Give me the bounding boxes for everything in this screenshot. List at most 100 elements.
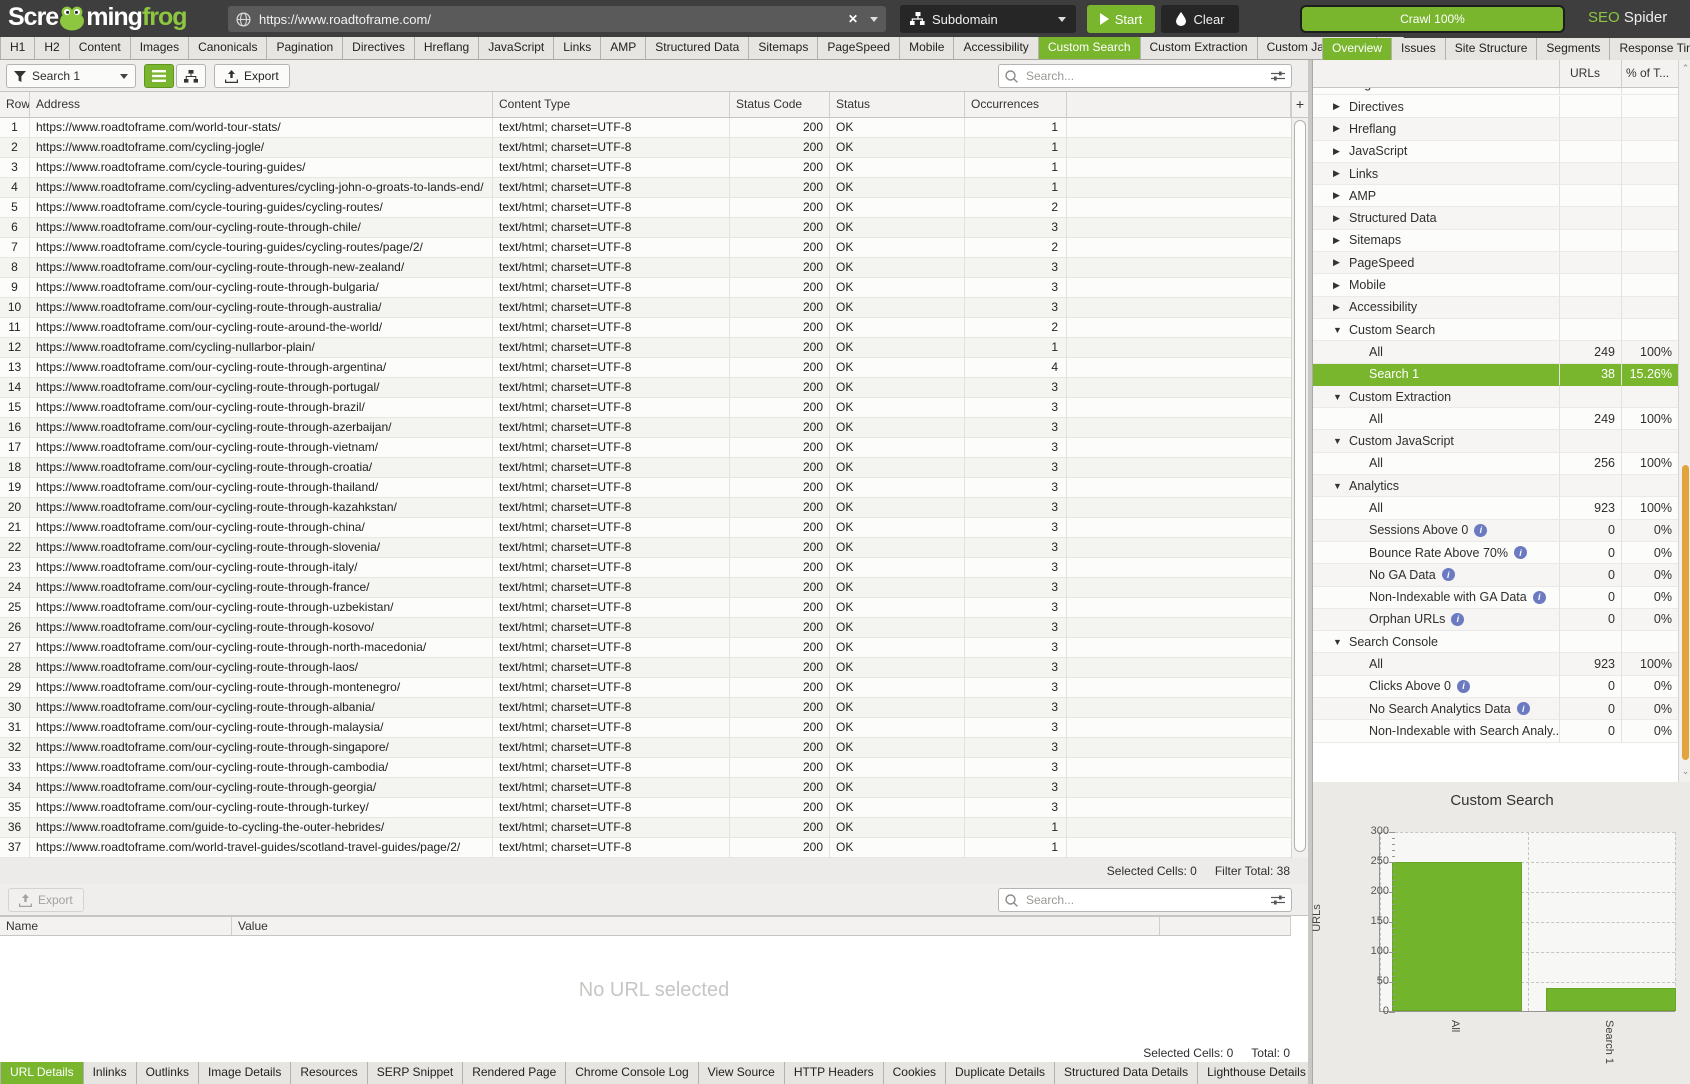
tab-custom-extraction[interactable]: Custom Extraction [1141, 37, 1258, 59]
sidebar-item-mobile[interactable]: ▶Mobile [1313, 274, 1678, 296]
sidebar-item-pagespeed[interactable]: ▶PageSpeed [1313, 252, 1678, 274]
table-row[interactable]: 5https://www.roadtoframe.com/cycle-touri… [0, 198, 1291, 218]
table-row[interactable]: 31https://www.roadtoframe.com/our-cyclin… [0, 718, 1291, 738]
column-status[interactable]: Status [830, 92, 965, 117]
sidebar-item-clicks-above-0[interactable]: Clicks Above 0i00% [1313, 676, 1678, 698]
scroll-up-icon[interactable]: ⌃ [1681, 63, 1690, 74]
table-row[interactable]: 33https://www.roadtoframe.com/our-cyclin… [0, 758, 1291, 778]
chevron-expanded-icon[interactable]: ▼ [1333, 325, 1349, 335]
info-icon[interactable]: i [1442, 568, 1455, 581]
detail-tab-chrome-console-log[interactable]: Chrome Console Log [566, 1062, 698, 1084]
sidebar-item-custom-extraction[interactable]: ▼Custom Extraction [1313, 386, 1678, 408]
info-icon[interactable]: i [1474, 524, 1487, 537]
info-icon[interactable]: i [1457, 680, 1470, 693]
chevron-expanded-icon[interactable]: ▼ [1333, 392, 1349, 402]
crawl-mode-select[interactable]: Subdomain [900, 5, 1076, 33]
table-row[interactable]: 1https://www.roadtoframe.com/world-tour-… [0, 118, 1291, 138]
filter-dropdown[interactable]: Search 1 [6, 64, 136, 88]
search-input[interactable] [1024, 68, 1265, 84]
detail-tab-http-headers[interactable]: HTTP Headers [785, 1062, 884, 1084]
column-status-code[interactable]: Status Code [730, 92, 830, 117]
table-row[interactable]: 7https://www.roadtoframe.com/cycle-touri… [0, 238, 1291, 258]
chevron-collapsed-icon[interactable]: ▶ [1333, 123, 1349, 134]
scroll-down-icon[interactable]: ⌄ [1681, 766, 1690, 777]
table-scrollbar[interactable] [1291, 118, 1308, 858]
sidebar-item-search-console[interactable]: ▼Search Console [1313, 631, 1678, 653]
tab-mobile[interactable]: Mobile [900, 37, 954, 59]
sidebar-item-structured-data[interactable]: ▶Structured Data [1313, 207, 1678, 229]
chevron-collapsed-icon[interactable]: ▶ [1333, 302, 1349, 313]
tab-h1[interactable]: H1 [0, 37, 35, 59]
chevron-expanded-icon[interactable]: ▼ [1333, 481, 1349, 491]
chevron-collapsed-icon[interactable]: ▶ [1333, 88, 1349, 89]
sidebar-item-sessions-above-0[interactable]: Sessions Above 0i00% [1313, 520, 1678, 542]
table-row[interactable]: 8https://www.roadtoframe.com/our-cycling… [0, 258, 1291, 278]
column-content-type[interactable]: Content Type [493, 92, 730, 117]
panel-tab-overview[interactable]: Overview [1322, 38, 1392, 60]
export-button[interactable]: Export [214, 64, 290, 88]
table-row[interactable]: 32https://www.roadtoframe.com/our-cyclin… [0, 738, 1291, 758]
sidebar-item-bounce-rate-above-70-[interactable]: Bounce Rate Above 70%i00% [1313, 542, 1678, 564]
info-icon[interactable]: i [1514, 546, 1527, 559]
sidebar-item-all[interactable]: All256100% [1313, 453, 1678, 475]
sidebar-item-sitemaps[interactable]: ▶Sitemaps [1313, 230, 1678, 252]
search-options-icon[interactable] [1271, 70, 1285, 82]
table-row[interactable]: 22https://www.roadtoframe.com/our-cyclin… [0, 538, 1291, 558]
table-row[interactable]: 20https://www.roadtoframe.com/our-cyclin… [0, 498, 1291, 518]
chevron-collapsed-icon[interactable]: ▶ [1333, 213, 1349, 224]
tab-images[interactable]: Images [131, 37, 189, 59]
table-row[interactable]: 18https://www.roadtoframe.com/our-cyclin… [0, 458, 1291, 478]
tab-custom-search[interactable]: Custom Search [1039, 37, 1141, 59]
table-row[interactable]: 19https://www.roadtoframe.com/our-cyclin… [0, 478, 1291, 498]
table-row[interactable]: 6https://www.roadtoframe.com/our-cycling… [0, 218, 1291, 238]
sidebar-item-analytics[interactable]: ▼Analytics [1313, 475, 1678, 497]
sidebar-item-all[interactable]: All923100% [1313, 653, 1678, 675]
table-row[interactable]: 17https://www.roadtoframe.com/our-cyclin… [0, 438, 1291, 458]
chevron-collapsed-icon[interactable]: ▶ [1333, 280, 1349, 291]
column-row[interactable]: Row [0, 92, 30, 117]
sidebar-item-accessibility[interactable]: ▶Accessibility [1313, 297, 1678, 319]
chevron-collapsed-icon[interactable]: ▶ [1333, 235, 1349, 246]
tab-pagespeed[interactable]: PageSpeed [818, 37, 900, 59]
tab-h2[interactable]: H2 [35, 37, 69, 59]
sidebar-item-custom-javascript[interactable]: ▼Custom JavaScript [1313, 430, 1678, 452]
column-percent[interactable]: % of T... [1621, 60, 1678, 87]
sidebar-item-amp[interactable]: ▶AMP [1313, 185, 1678, 207]
tab-amp[interactable]: AMP [601, 37, 646, 59]
detail-tab-url-details[interactable]: URL Details [0, 1062, 84, 1084]
sidebar-item-non-indexable-with-search-analy-[interactable]: Non-Indexable with Search Analy...i00% [1313, 720, 1678, 742]
chevron-collapsed-icon[interactable]: ▶ [1333, 146, 1349, 157]
table-row[interactable]: 9https://www.roadtoframe.com/our-cycling… [0, 278, 1291, 298]
tab-pagination[interactable]: Pagination [267, 37, 343, 59]
panel-tab-site-structure[interactable]: Site Structure [1446, 38, 1538, 60]
chevron-collapsed-icon[interactable]: ▶ [1333, 101, 1349, 112]
sidebar-item-hreflang[interactable]: ▶Hreflang [1313, 118, 1678, 140]
sidebar-item-no-ga-data[interactable]: No GA Datai00% [1313, 564, 1678, 586]
tab-sitemaps[interactable]: Sitemaps [749, 37, 818, 59]
detail-tab-lighthouse-details[interactable]: Lighthouse Details [1198, 1062, 1316, 1084]
add-column-button[interactable]: + [1291, 92, 1308, 118]
info-icon[interactable]: i [1517, 702, 1530, 715]
table-row[interactable]: 28https://www.roadtoframe.com/our-cyclin… [0, 658, 1291, 678]
scrollbar-thumb[interactable] [1294, 120, 1306, 852]
detail-tab-cookies[interactable]: Cookies [884, 1062, 946, 1084]
search-options-icon[interactable] [1271, 894, 1285, 906]
sidebar-item-links[interactable]: ▶Links [1313, 163, 1678, 185]
tree-view-button[interactable] [176, 64, 206, 88]
sidebar-item-orphan-urls[interactable]: Orphan URLsi00% [1313, 609, 1678, 631]
column-address[interactable]: Address [30, 92, 493, 117]
panel-tab-issues[interactable]: Issues [1392, 38, 1446, 60]
table-row[interactable]: 11https://www.roadtoframe.com/our-cyclin… [0, 318, 1291, 338]
column-occurrences[interactable]: Occurrences [965, 92, 1067, 117]
tab-javascript[interactable]: JavaScript [479, 37, 554, 59]
column-urls[interactable]: URLs [1559, 60, 1621, 87]
panel-tab-segments[interactable]: Segments [1537, 38, 1610, 60]
detail-tab-structured-data-details[interactable]: Structured Data Details [1055, 1062, 1198, 1084]
start-button[interactable]: Start [1087, 5, 1155, 33]
table-row[interactable]: 14https://www.roadtoframe.com/our-cyclin… [0, 378, 1291, 398]
chevron-collapsed-icon[interactable]: ▶ [1333, 257, 1349, 268]
details-export-button[interactable]: Export [8, 888, 84, 912]
table-row[interactable]: 21https://www.roadtoframe.com/our-cyclin… [0, 518, 1291, 538]
detail-tab-outlinks[interactable]: Outlinks [137, 1062, 199, 1084]
table-row[interactable]: 16https://www.roadtoframe.com/our-cyclin… [0, 418, 1291, 438]
